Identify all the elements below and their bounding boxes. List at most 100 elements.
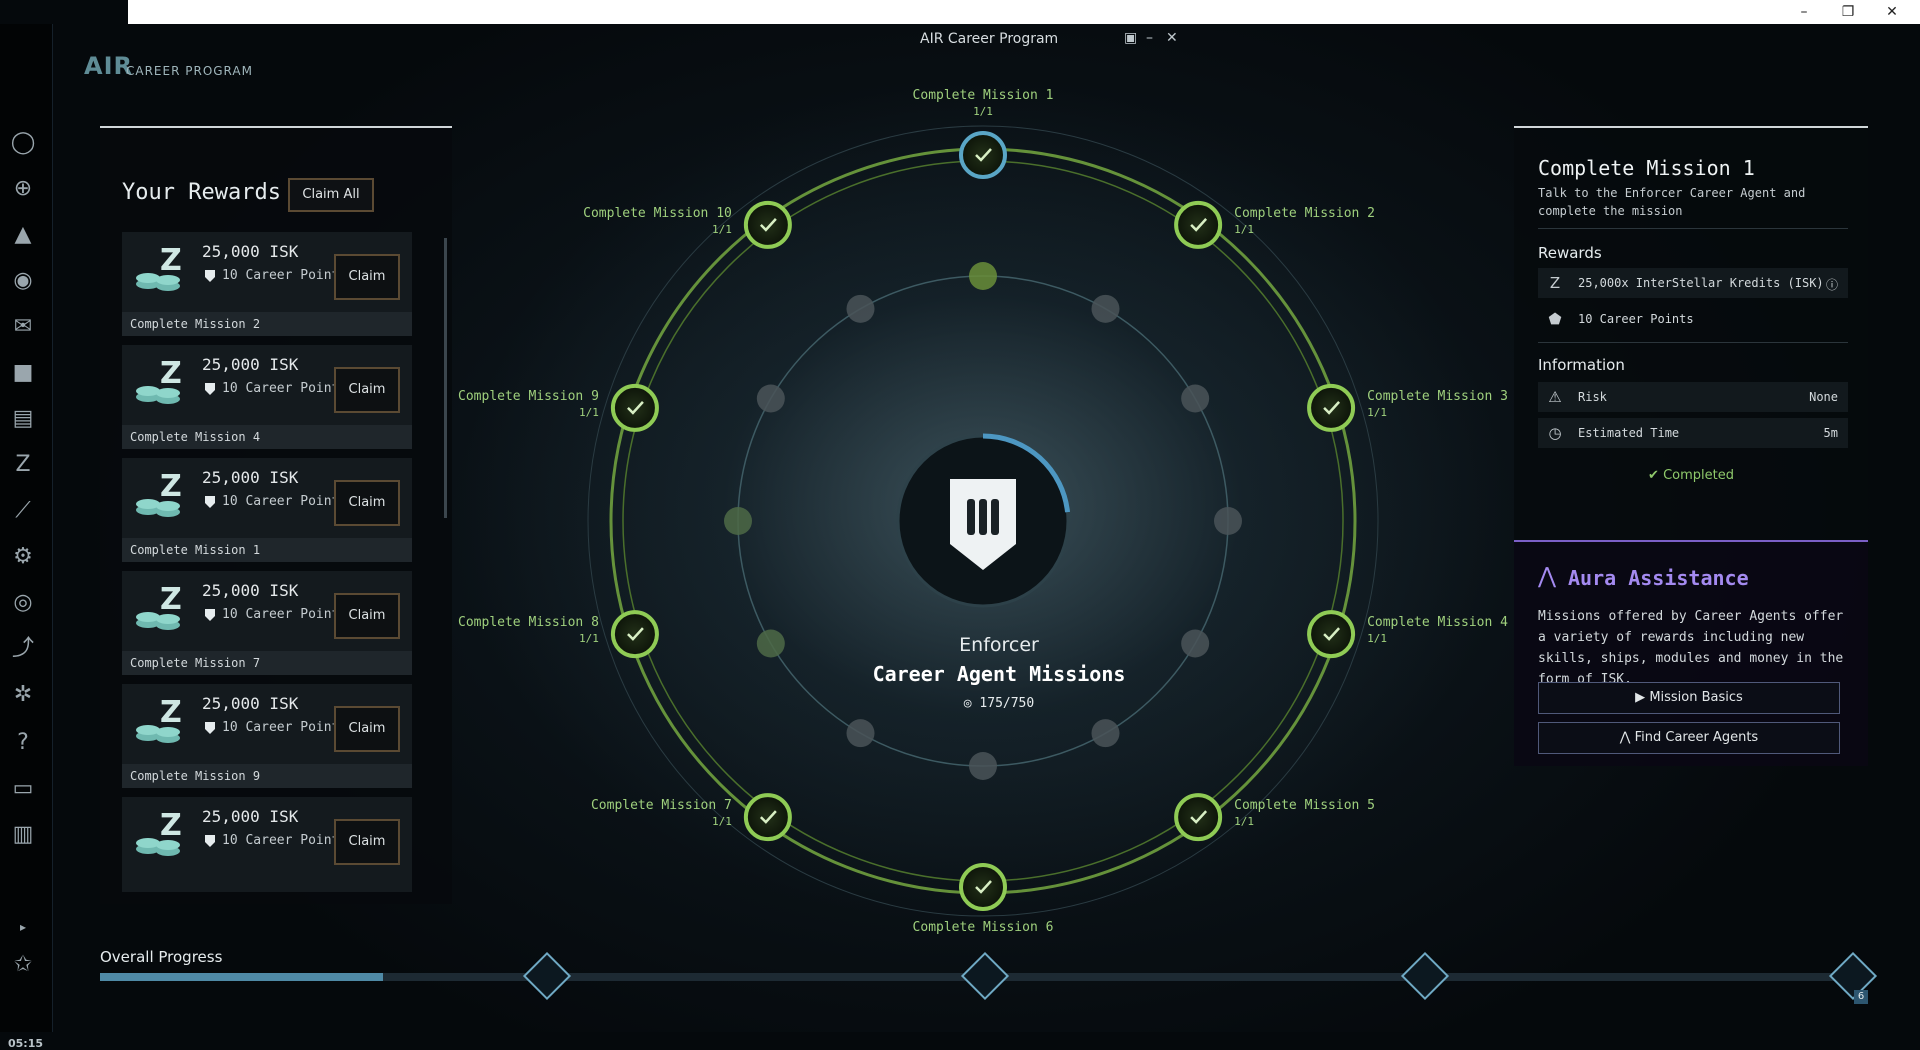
svg-text:Z: Z: [160, 356, 182, 391]
reward-scrollbar[interactable]: [444, 238, 447, 518]
reward-card: Z 25,000 ISK 10 Career Points Claim: [122, 797, 412, 892]
mission-node[interactable]: Complete Mission 5 1/1: [1174, 793, 1375, 842]
inner-node: [1214, 507, 1242, 535]
maximize-icon[interactable]: ❐: [1834, 2, 1862, 22]
isk-icon[interactable]: Z: [8, 450, 38, 480]
reward-isk-label: 25,000x InterStellar Kredits (ISK): [1578, 276, 1824, 290]
window-minimize-icon[interactable]: –: [1146, 30, 1153, 46]
help-icon[interactable]: ?: [8, 728, 38, 758]
logo-subtitle: CAREER PROGRAM: [126, 64, 253, 78]
window-pin-icon[interactable]: ▣: [1124, 30, 1137, 46]
cargo-icon[interactable]: ■: [8, 358, 38, 388]
minimize-icon[interactable]: –: [1790, 2, 1818, 22]
mission-label: Complete Mission 1: [913, 88, 1054, 103]
reward-card: Z 25,000 ISK 10 Career Points Claim Complete…: [122, 571, 412, 675]
inner-node: [969, 752, 997, 780]
claim-all-button[interactable]: Claim All: [288, 178, 374, 212]
mission-label: Complete Mission 5: [1234, 798, 1375, 813]
play-icon: ▶: [1635, 690, 1650, 705]
notes-icon[interactable]: ▥: [8, 820, 38, 850]
svg-text:Z: Z: [160, 469, 182, 504]
mission-description: Talk to the Enforcer Career Agent and co…: [1538, 186, 1806, 218]
bullet-icon: [967, 499, 975, 535]
mission-node[interactable]: Complete Mission 2 1/1: [1174, 200, 1375, 249]
estimated-time-value: 5m: [1823, 426, 1838, 440]
completed-label: Completed: [1663, 468, 1734, 483]
overall-progress-label: Overall Progress: [100, 948, 223, 966]
divider: [1538, 228, 1848, 229]
risk-row: ⚠ Risk None: [1538, 382, 1848, 412]
shield-icon: [205, 609, 215, 621]
reward-card: Z 25,000 ISK 10 Career Points Claim Complete…: [122, 232, 412, 336]
career-program-window: Complete Mission 1 1/1 Complete Mission 2 1…: [78, 24, 1920, 1032]
market-chart-icon[interactable]: ⟋: [8, 496, 38, 526]
mission-node[interactable]: Complete Mission 7 1/1: [591, 793, 792, 842]
isk-coins-icon: Z: [136, 808, 182, 856]
mission-label: Complete Mission 6: [913, 920, 1054, 935]
find-career-agents-label: Find Career Agents: [1634, 730, 1759, 745]
estimated-time-label: Estimated Time: [1578, 426, 1680, 440]
inner-node: [846, 719, 875, 748]
aura-icon: ⋀: [1538, 564, 1557, 589]
rewards-title: Your Rewards: [122, 180, 281, 205]
reward-amount: 25,000 ISK: [202, 581, 299, 600]
mission-basics-label: Mission Basics: [1649, 690, 1743, 705]
jobs-icon[interactable]: ▤: [8, 404, 38, 434]
bullet-icon: [979, 499, 987, 535]
mission-basics-button[interactable]: ▶ Mission Basics: [1538, 682, 1840, 714]
reward-points: 10 Career Points: [222, 494, 348, 509]
route-icon[interactable]: ⤴: [8, 634, 38, 664]
reward-amount: 25,000 ISK: [202, 468, 299, 487]
shield-icon: [205, 835, 215, 847]
close-icon[interactable]: ✕: [1878, 2, 1906, 22]
window-close-icon[interactable]: ✕: [1166, 30, 1178, 46]
estimated-time-row: ◷ Estimated Time 5m: [1538, 418, 1848, 448]
shield-icon: [205, 722, 215, 734]
divider: [1538, 342, 1848, 343]
claim-button[interactable]: Claim: [334, 706, 400, 752]
mission-progress: 1/1: [1234, 223, 1254, 236]
reward-mission-name: Complete Mission 4: [122, 425, 412, 449]
reward-points: 10 Career Points: [222, 268, 348, 283]
reward-list: Z 25,000 ISK 10 Career Points Claim Complete…: [122, 232, 412, 892]
career-icon[interactable]: ✲: [8, 680, 38, 710]
reward-amount: 25,000 ISK: [202, 807, 299, 826]
claim-button[interactable]: Claim: [334, 367, 400, 413]
ship-icon[interactable]: ▲: [8, 220, 38, 250]
mission-node[interactable]: Complete Mission 10 1/1: [583, 200, 792, 249]
neocom-circle-icon[interactable]: ◯: [8, 128, 38, 158]
expand-icon[interactable]: ▸: [8, 912, 38, 942]
chat-icon[interactable]: ▭: [8, 774, 38, 804]
mission-label: Complete Mission 3: [1367, 389, 1508, 404]
claim-button[interactable]: Claim: [334, 254, 400, 300]
map-icon[interactable]: ⊕: [8, 174, 38, 204]
nes-icon[interactable]: ✩: [8, 950, 38, 980]
shield-icon: ⬟: [1548, 310, 1562, 328]
mail-icon[interactable]: ✉: [8, 312, 38, 342]
info-icon[interactable]: ⓘ: [1826, 276, 1838, 293]
claim-button[interactable]: Claim: [334, 480, 400, 526]
find-career-agents-button[interactable]: ⋀ Find Career Agents: [1538, 722, 1840, 754]
mission-title: Complete Mission 1: [1538, 156, 1755, 180]
isk-coins-icon: Z: [136, 356, 182, 404]
mission-node[interactable]: Complete Mission 6: [913, 863, 1054, 935]
mission-progress: 1/1: [712, 223, 732, 236]
mission-label: Complete Mission 7: [591, 798, 732, 813]
industry-icon[interactable]: ⚙: [8, 542, 38, 572]
reward-amount: 25,000 ISK: [202, 242, 299, 261]
reward-card: Z 25,000 ISK 10 Career Points Claim Complete…: [122, 458, 412, 562]
isk-coins-icon: Z: [136, 582, 182, 630]
claim-button[interactable]: Claim: [334, 593, 400, 639]
claim-button[interactable]: Claim: [334, 819, 400, 865]
reward-card: Z 25,000 ISK 10 Career Points Claim Complete…: [122, 345, 412, 449]
inner-node: [756, 384, 785, 413]
os-title-bar: – ❐ ✕: [0, 0, 1920, 24]
agency-icon[interactable]: ◎: [8, 588, 38, 618]
isk-icon: Z: [1549, 274, 1561, 292]
mission-node[interactable]: Complete Mission 9 1/1: [458, 383, 659, 432]
reward-points-label: 10 Career Points: [1578, 312, 1694, 326]
mission-node[interactable]: Complete Mission 3 1/1: [1307, 383, 1508, 432]
target-icon[interactable]: ◉: [8, 266, 38, 296]
reward-points: 10 Career Points: [222, 381, 348, 396]
mission-label: Complete Mission 2: [1234, 206, 1375, 221]
